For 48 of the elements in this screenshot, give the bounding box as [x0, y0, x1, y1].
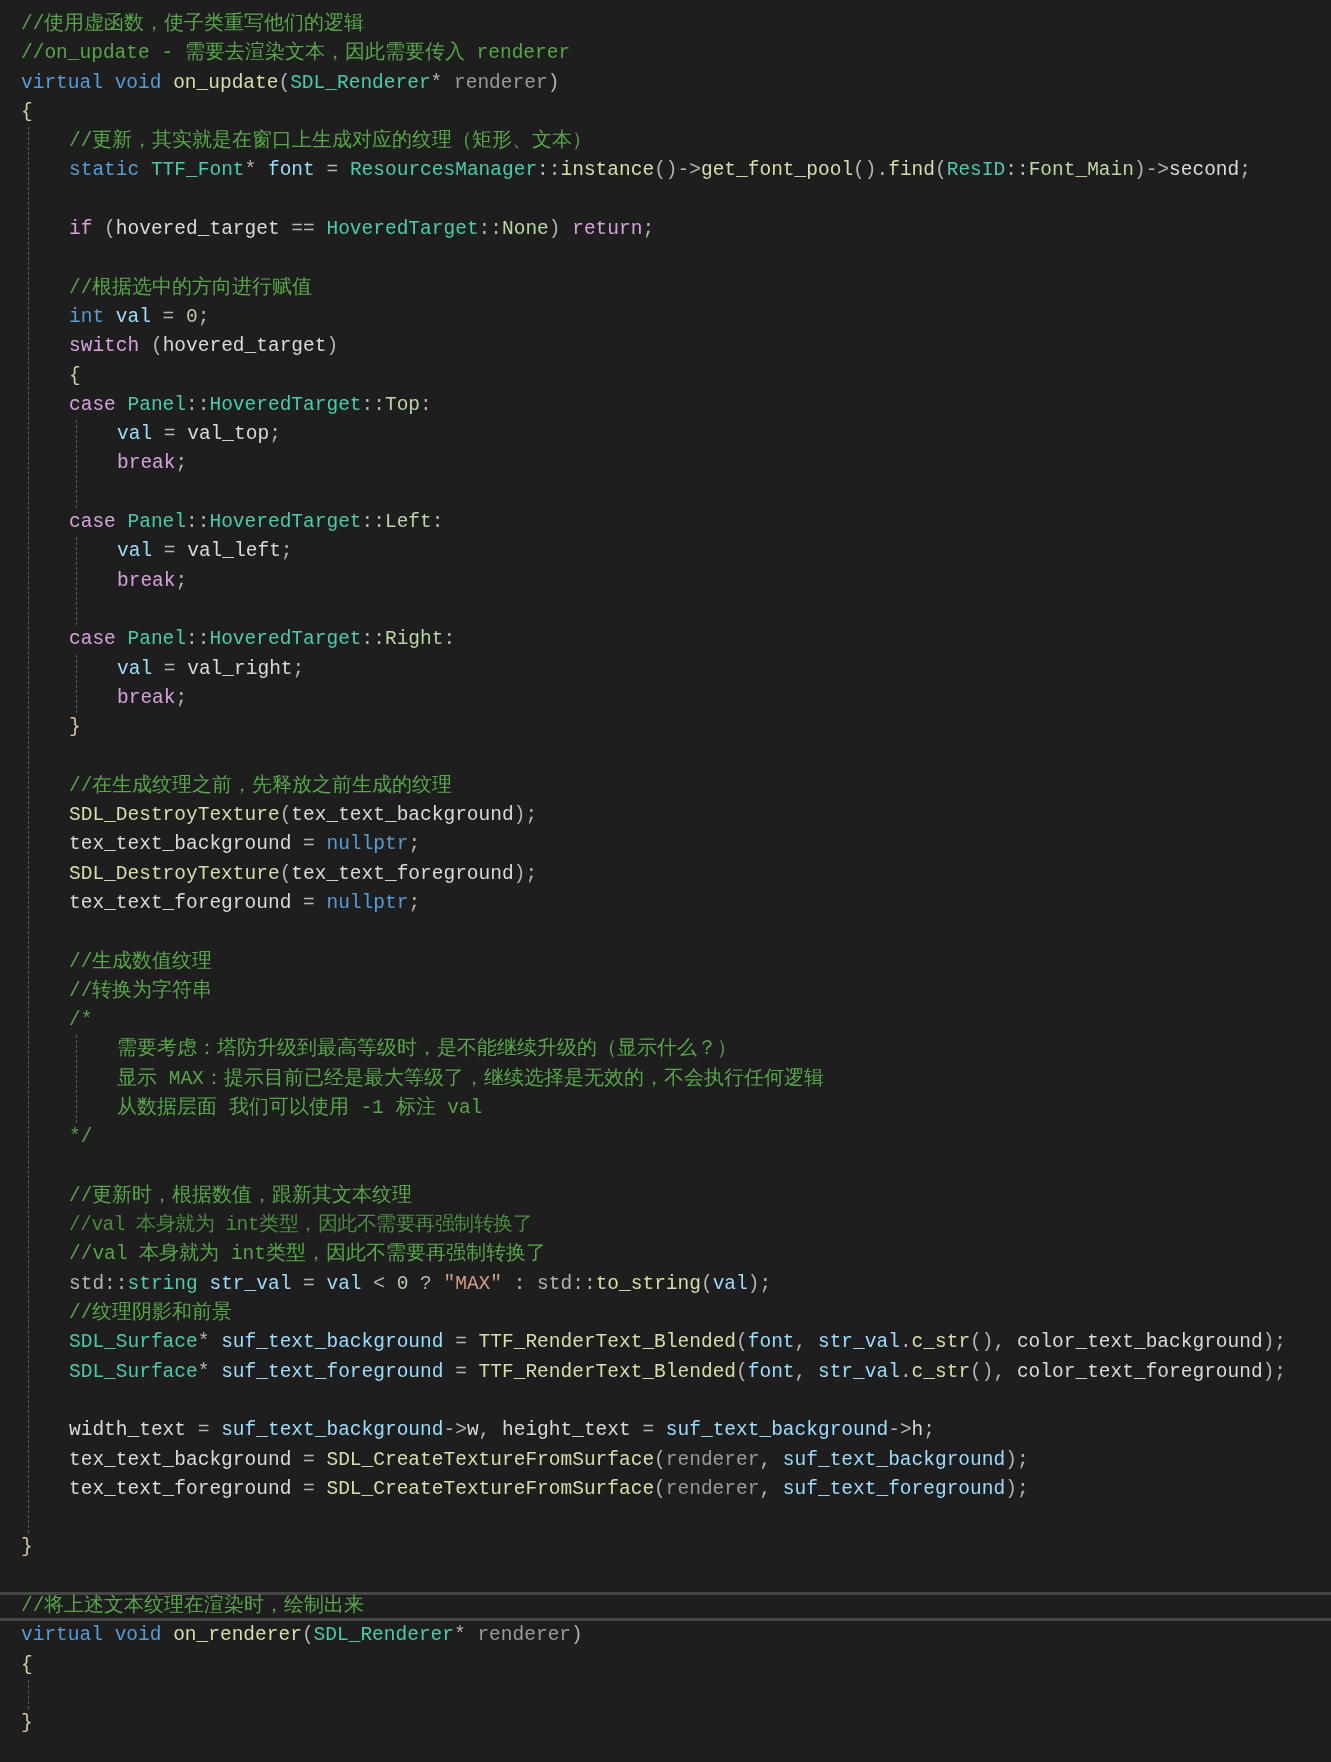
- code-line: 显示 MAX：提示目前已经是最大等级了，继续选择是无效的，不会执行任何逻辑: [117, 1066, 824, 1092]
- code-line: tex_text_background = nullptr;: [69, 832, 421, 858]
- code-line: if (hovered_target == HoveredTarget::None) return;: [69, 217, 655, 243]
- code-line: val = val_left;: [117, 539, 293, 565]
- code-line: //根据选中的方向进行赋值: [69, 275, 313, 301]
- code-line: {: [69, 363, 81, 389]
- code-line: }: [21, 1711, 33, 1737]
- code-line: case Panel::HoveredTarget::Right:: [69, 627, 456, 653]
- code-line: SDL_Surface* suf_text_foreground = TTF_RenderText_Blended(font, str_val.c_str(), color_text_foreground);: [69, 1359, 1287, 1385]
- code-line: SDL_DestroyTexture(tex_text_background);: [69, 803, 538, 828]
- code-line: break;: [117, 685, 188, 711]
- code-line: //在生成纹理之前，先释放之前生成的纹理: [69, 773, 453, 799]
- code-line: virtual void on_update(SDL_Renderer* renderer): [21, 70, 560, 96]
- code-line: tex_text_background = SDL_CreateTextureFromSurface(renderer, suf_text_background);: [69, 1447, 1029, 1473]
- code-line: {: [21, 1652, 33, 1678]
- code-line: //val 本身就为 int类型，因此不需要再强制转换了: [69, 1212, 533, 1239]
- code-line: tex_text_foreground = nullptr;: [69, 890, 421, 916]
- code-line: //val 本身就为 int类型，因此不需要再强制转换了: [69, 1241, 547, 1268]
- code-line: width_text = suf_text_background->w, height_text = suf_text_background->h;: [69, 1418, 935, 1444]
- code-line: //生成数值纹理: [69, 949, 213, 975]
- code-line: 从数据层面 我们可以使用 -1 标注 val: [117, 1095, 483, 1121]
- code-line: tex_text_foreground = SDL_CreateTextureFromSurface(renderer, suf_text_foreground);: [69, 1476, 1029, 1502]
- code-line: 需要考虑：塔防升级到最高等级时，是不能继续升级的（显示什么？）: [117, 1036, 737, 1063]
- code-line: //将上述文本纹理在渲染时，绘制出来: [0, 1592, 1331, 1622]
- code-line: virtual void on_renderer(SDL_Renderer* renderer): [21, 1623, 583, 1649]
- code-line: val = val_right;: [117, 656, 305, 682]
- code-line: */: [69, 1125, 93, 1151]
- code-line: switch (hovered_target): [69, 334, 339, 360]
- code-line: //更新，其实就是在窗口上生成对应的纹理（矩形、文本）: [69, 128, 593, 155]
- code-line: int val = 0;: [69, 304, 210, 330]
- code-line: //使用虚函数，使子类重写他们的逻辑: [21, 11, 365, 37]
- code-line: //纹理阴影和前景: [69, 1300, 233, 1327]
- code-line: std::string str_val = val < 0 ? "MAX" : std::to_string(val);: [69, 1271, 772, 1297]
- code-line: /*: [69, 1008, 93, 1034]
- code-line: case Panel::HoveredTarget::Top:: [69, 392, 432, 418]
- code-line: static TTF_Font* font = ResourcesManager::instance()->get_font_pool().find(ResID::Font_Main)->second;: [69, 158, 1251, 184]
- code-line: }: [21, 1535, 33, 1561]
- code-line: //更新时，根据数值，跟新其文本纹理: [69, 1183, 413, 1209]
- code-line: }: [69, 715, 81, 741]
- code-line: SDL_DestroyTexture(tex_text_foreground);: [69, 861, 538, 887]
- code-line: //转换为字符串: [69, 978, 213, 1004]
- code-line: break;: [117, 451, 188, 477]
- code-line: val = val_top;: [117, 422, 281, 448]
- code-line: break;: [117, 568, 188, 594]
- code-line: case Panel::HoveredTarget::Left:: [69, 510, 444, 536]
- code-line: SDL_Surface* suf_text_background = TTF_RenderText_Blended(font, str_val.c_str(), color_text_background);: [69, 1330, 1287, 1356]
- code-line: {: [21, 99, 33, 125]
- code-line: //on_update - 需要去渲染文本，因此需要传入 renderer: [21, 40, 571, 67]
